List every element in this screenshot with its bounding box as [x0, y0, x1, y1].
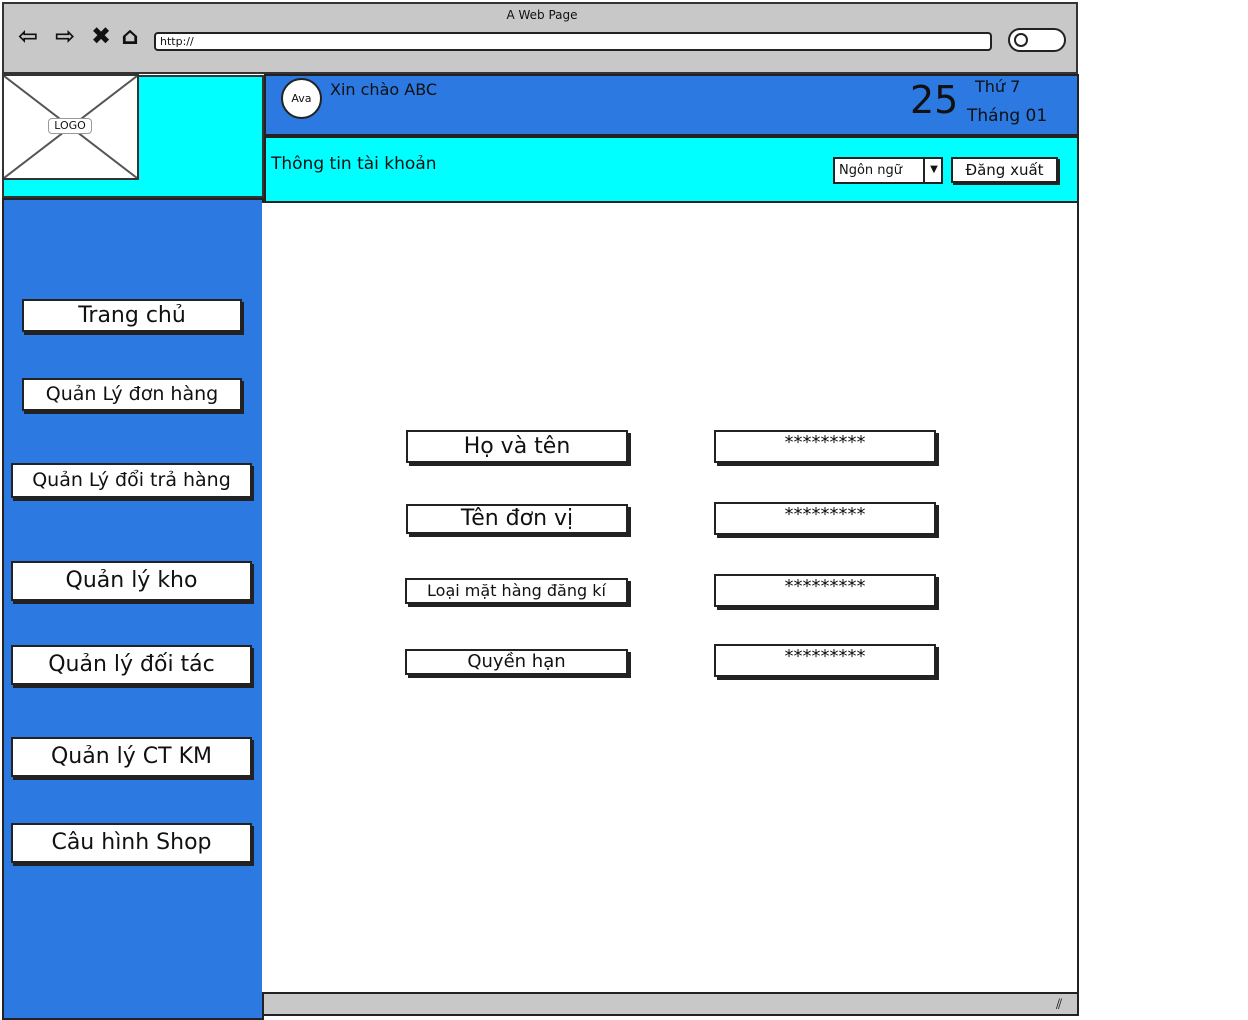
field-label-permissions: Quyền hạn	[405, 649, 628, 675]
field-value-permissions: *********	[714, 644, 936, 677]
status-bar	[262, 992, 1079, 1016]
forward-arrow-icon[interactable]: ⇨	[51, 22, 79, 50]
chevron-down-icon[interactable]: ▼	[923, 157, 943, 184]
date-weekday: Thứ 7	[975, 77, 1021, 96]
sidebar-item-promotions[interactable]: Quản lý CT KM	[11, 737, 252, 777]
magnifier-icon	[1014, 33, 1028, 47]
resize-grip-icon[interactable]: ⫽	[1056, 997, 1062, 1013]
close-icon[interactable]: ✖	[87, 22, 115, 50]
sidebar-item-warehouse[interactable]: Quản lý kho	[11, 561, 252, 601]
sidebar-item-partners[interactable]: Quản lý đối tác	[11, 645, 252, 685]
sidebar-item-shop-config[interactable]: Câu hình Shop	[11, 823, 252, 863]
field-label-product-type: Loại mặt hàng đăng kí	[405, 578, 628, 604]
field-label-full-name: Họ và tên	[406, 430, 628, 463]
window-title: A Web Page	[506, 8, 578, 22]
sidebar-item-orders[interactable]: Quản Lý đơn hàng	[22, 378, 242, 411]
field-value-full-name: *********	[714, 430, 936, 463]
greeting-text: Xin chào ABC	[330, 80, 438, 99]
page-title: Thông tin tài khoản	[271, 154, 437, 174]
sidebar-item-returns[interactable]: Quản Lý đổi trả hàng	[11, 463, 252, 498]
back-arrow-icon[interactable]: ⇦	[14, 22, 42, 50]
field-value-product-type: *********	[714, 574, 936, 607]
browser-search-button[interactable]	[1008, 28, 1066, 52]
date-month: Tháng 01	[967, 106, 1048, 126]
field-label-unit-name: Tên đơn vị	[406, 504, 628, 534]
main-content	[262, 203, 1079, 993]
home-icon[interactable]: ⌂	[116, 22, 144, 50]
sidebar-item-home[interactable]: Trang chủ	[22, 299, 242, 332]
logout-button[interactable]: Đăng xuất	[951, 157, 1058, 183]
date-day-number: 25	[910, 78, 959, 122]
url-input[interactable]: http://	[154, 32, 992, 51]
avatar[interactable]: Ava	[281, 78, 322, 119]
logo-label: LOGO	[48, 118, 92, 134]
field-value-unit-name: *********	[714, 502, 936, 535]
